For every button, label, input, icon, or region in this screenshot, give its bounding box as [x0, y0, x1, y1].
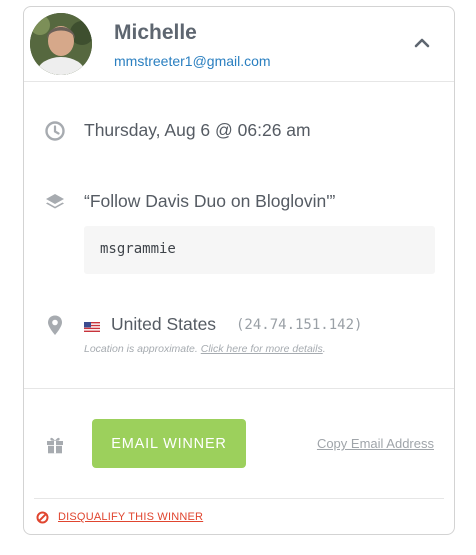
email-winner-button[interactable]: EMAIL WINNER	[92, 419, 246, 468]
copy-email-link[interactable]: Copy Email Address	[317, 436, 434, 451]
entry-country: United States	[111, 314, 217, 334]
winner-card: Michelle mmstreeter1@gmail.com Thursday,…	[23, 6, 455, 535]
gift-icon	[44, 433, 66, 455]
location-note: Location is approximate. Click here for …	[84, 343, 326, 355]
layers-icon	[44, 191, 66, 213]
entry-value-box: msgrammie	[84, 226, 435, 274]
footer-divider	[34, 498, 444, 499]
ban-icon	[36, 511, 49, 524]
us-flag-icon	[84, 319, 100, 332]
entry-value: msgrammie	[100, 241, 176, 257]
avatar	[30, 13, 92, 75]
winner-email[interactable]: mmstreeter1@gmail.com	[114, 53, 271, 69]
map-pin-icon	[44, 314, 66, 336]
disqualify-label: DISQUALIFY THIS WINNER	[58, 511, 204, 523]
location-note-end: .	[322, 343, 326, 355]
winner-name: Michelle	[114, 21, 197, 44]
winner-header: Michelle mmstreeter1@gmail.com	[24, 7, 454, 82]
entry-title: “Follow Davis Duo on Bloglovin'”	[84, 191, 336, 211]
location-note-text: Location is approximate.	[84, 343, 198, 355]
chevron-up-icon[interactable]	[412, 35, 432, 51]
entry-datetime: Thursday, Aug 6 @ 06:26 am	[84, 120, 311, 140]
section-divider	[24, 388, 454, 389]
clock-icon	[44, 120, 66, 142]
location-details-link[interactable]: Click here for more details	[201, 343, 323, 355]
entry-ip: (24.74.151.142)	[236, 317, 363, 333]
